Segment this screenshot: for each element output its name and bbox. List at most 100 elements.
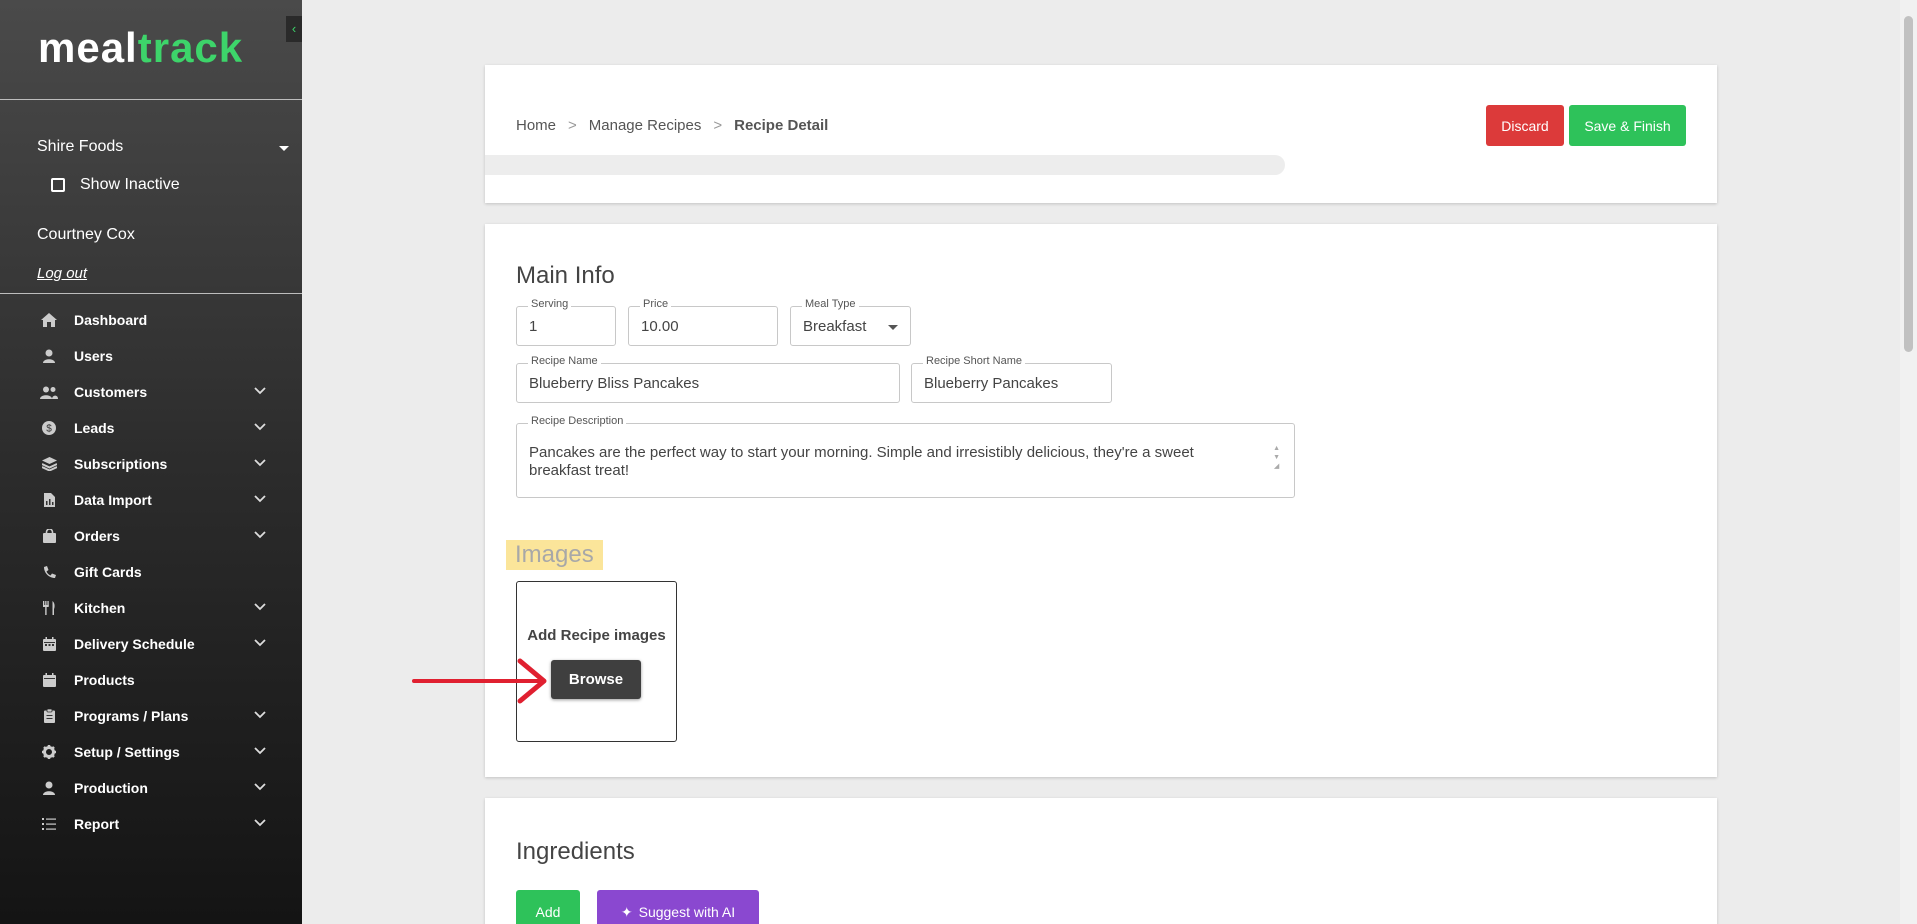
sidebar-item-label: Users [74,348,113,364]
recipe-short-name-field[interactable]: Recipe Short Name Blueberry Pancakes [911,355,1112,403]
recipe-short-name-label: Recipe Short Name [923,355,1025,367]
chevron-down-icon[interactable] [254,747,266,755]
price-label: Price [640,298,672,310]
sidebar-item-kitchen[interactable]: Kitchen [0,590,302,626]
ingredients-title: Ingredients [516,838,635,865]
sidebar-item-label: Customers [74,384,148,400]
serving-field[interactable]: Serving 1 [516,298,616,346]
shopping-bag-icon [40,527,58,545]
sidebar-item-label: Gift Cards [74,564,142,580]
sidebar-item-leads[interactable]: $ Leads [0,410,302,446]
calendar-icon [40,671,58,689]
sidebar-item-label: Setup / Settings [74,744,180,760]
meal-type-value: Breakfast [803,318,867,335]
sidebar-item-production[interactable]: Production [0,770,302,806]
scrollbar-thumb[interactable] [1904,16,1913,352]
dollar-coin-icon: $ [40,419,58,437]
suggest-with-ai-button[interactable]: ✦ Suggest with AI [597,890,759,924]
sidebar-item-label: Data Import [74,492,152,508]
recipe-name-input[interactable]: Blueberry Bliss Pancakes [529,375,699,392]
sidebar-item-programs-plans[interactable]: Programs / Plans [0,698,302,734]
recipe-name-field[interactable]: Recipe Name Blueberry Bliss Pancakes [516,355,900,403]
caret-down-icon [888,325,898,330]
chevron-down-icon[interactable] [254,711,266,719]
sidebar-item-label: Subscriptions [74,456,168,472]
logo-text-track: track [137,24,244,71]
chevron-down-icon[interactable] [254,603,266,611]
chevron-down-icon[interactable] [254,495,266,503]
sidebar-item-label: Delivery Schedule [74,636,195,652]
textarea-scroll-arrows-icon[interactable]: ▲ ▼ ◢ [1273,444,1280,471]
sidebar-item-gift-cards[interactable]: Gift Cards [0,554,302,590]
file-chart-icon [40,491,58,509]
sidebar-item-subscriptions[interactable]: Subscriptions [0,446,302,482]
red-arrow-annotation [412,658,547,704]
sidebar-item-label: Report [74,816,120,832]
app-logo[interactable]: mealtrack [38,24,243,72]
header-card: Home > Manage Recipes > Recipe Detail Di… [485,65,1717,203]
breadcrumb-home[interactable]: Home [516,117,556,134]
sidebar-item-report[interactable]: Report [0,806,302,842]
sidebar-item-orders[interactable]: Orders [0,518,302,554]
sidebar-item-dashboard[interactable]: Dashboard [0,302,302,338]
company-selector[interactable]: Shire Foods [37,138,123,156]
users-icon [40,383,58,401]
chevron-down-icon[interactable] [254,459,266,467]
sidebar-item-customers[interactable]: Customers [0,374,302,410]
page-scrollbar[interactable] [1900,0,1917,924]
browse-button[interactable]: Browse [551,660,641,699]
sidebar-item-label: Programs / Plans [74,708,189,724]
sidebar-item-products[interactable]: Products [0,662,302,698]
calendar-icon [40,635,58,653]
serving-input[interactable]: 1 [529,318,537,335]
breadcrumb-manage-recipes[interactable]: Manage Recipes [589,117,702,134]
sidebar-item-setup-settings[interactable]: Setup / Settings [0,734,302,770]
recipe-description-label: Recipe Description [528,415,627,427]
sidebar-item-data-import[interactable]: Data Import [0,482,302,518]
breadcrumb-separator: > [568,117,577,134]
sparkle-icon: ✦ [620,903,633,920]
price-input[interactable]: 10.00 [641,318,679,335]
breadcrumb-separator: > [713,117,723,134]
sidebar-item-label: Production [74,780,148,796]
chevron-down-icon[interactable] [254,783,266,791]
layers-icon [40,455,58,473]
sidebar-item-delivery-schedule[interactable]: Delivery Schedule [0,626,302,662]
recipe-description-input[interactable]: Pancakes are the perfect way to start yo… [529,444,1239,480]
show-inactive-label[interactable]: Show Inactive [80,176,180,194]
user-icon [40,779,58,797]
suggest-with-ai-label: Suggest with AI [638,904,736,920]
sidebar-item-users[interactable]: Users [0,338,302,374]
save-finish-button[interactable]: Save & Finish [1569,105,1686,146]
add-recipe-images-label: Add Recipe images [527,627,666,644]
meal-type-label: Meal Type [802,298,859,310]
chevron-down-icon[interactable] [254,423,266,431]
sidebar-item-label: Leads [74,420,115,436]
logout-link[interactable]: Log out [37,265,87,282]
add-ingredient-button[interactable]: Add [516,890,580,924]
clipboard-icon [40,707,58,725]
gear-icon [40,743,58,761]
discard-button[interactable]: Discard [1486,105,1564,146]
serving-label: Serving [528,298,572,310]
recipe-short-name-input[interactable]: Blueberry Pancakes [924,375,1058,392]
show-inactive-checkbox[interactable] [51,178,65,192]
list-icon [40,815,58,833]
chevron-down-icon[interactable] [254,639,266,647]
chevron-down-icon[interactable] [254,819,266,827]
utensils-icon [40,599,58,617]
chevron-down-icon[interactable] [254,531,266,539]
main-info-card: Main Info Serving 1 Price 10.00 Meal Typ… [485,224,1717,777]
main-info-title: Main Info [516,262,615,289]
user-icon [40,347,58,365]
breadcrumb-current: Recipe Detail [734,117,829,134]
sidebar-divider [0,293,302,294]
meal-type-select[interactable]: Meal Type Breakfast [790,298,911,346]
caret-down-icon[interactable] [279,146,289,151]
chevron-down-icon[interactable] [254,387,266,395]
recipe-description-field[interactable]: Recipe Description Pancakes are the perf… [516,415,1295,498]
sidebar-item-label: Kitchen [74,600,126,616]
progress-bar [485,155,1285,175]
price-field[interactable]: Price 10.00 [628,298,778,346]
collapse-sidebar-button[interactable]: ‹ [286,16,302,42]
